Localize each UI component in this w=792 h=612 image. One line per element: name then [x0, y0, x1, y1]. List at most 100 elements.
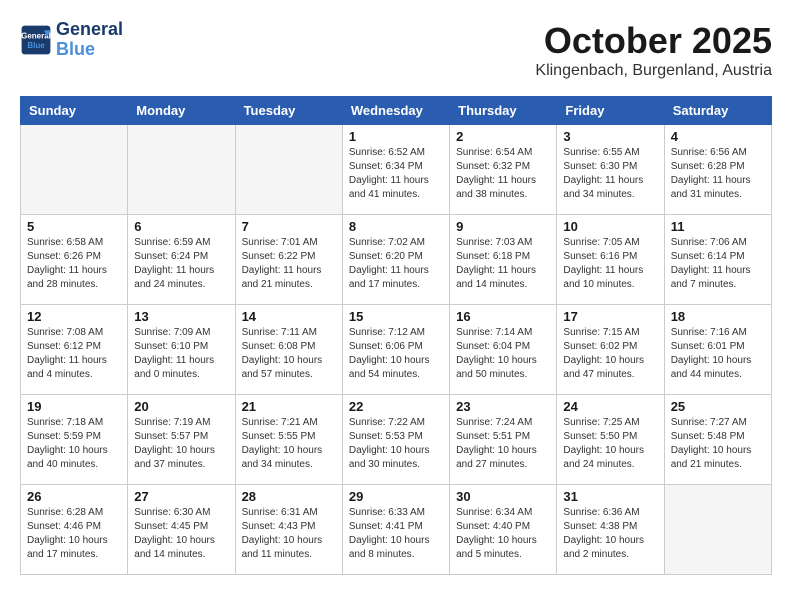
day-number: 27 [134, 489, 228, 504]
day-number: 3 [563, 129, 657, 144]
day-number: 2 [456, 129, 550, 144]
day-number: 23 [456, 399, 550, 414]
day-number: 16 [456, 309, 550, 324]
day-info: Sunrise: 7:15 AM Sunset: 6:02 PM Dayligh… [563, 326, 657, 382]
day-cell: 10Sunrise: 7:05 AM Sunset: 6:16 PM Dayli… [557, 215, 664, 305]
day-number: 14 [242, 309, 336, 324]
day-cell: 6 Sunrise: 6:59 AM Sunset: 6:24 PM Daylig… [128, 215, 235, 305]
weekday-header-sunday: Sunday [21, 97, 128, 125]
day-info: Sunrise: 7:02 AM Sunset: 6:20 PM Dayligh… [349, 236, 443, 292]
day-number: 13 [134, 309, 228, 324]
day-info: Sunrise: 7:01 AM Sunset: 6:22 PM Dayligh… [242, 236, 336, 292]
day-info: Sunrise: 7:06 AM Sunset: 6:14 PM Dayligh… [671, 236, 765, 292]
weekday-header-monday: Monday [128, 97, 235, 125]
day-info: Sunrise: 7:22 AM Sunset: 5:53 PM Dayligh… [349, 416, 443, 472]
day-info: Sunrise: 6:36 AM Sunset: 4:38 PM Dayligh… [563, 506, 657, 562]
day-info: Sunrise: 6:52 AM Sunset: 6:34 PM Dayligh… [349, 146, 443, 202]
day-cell: 13 Sunrise: 7:09 AM Sunset: 6:10 PM Dayli… [128, 305, 235, 395]
day-cell [21, 125, 128, 215]
day-cell: 26 Sunrise: 6:28 AM Sunset: 4:46 PM Dayli… [21, 485, 128, 575]
day-cell: 18Sunrise: 7:16 AM Sunset: 6:01 PM Dayli… [664, 305, 771, 395]
day-cell: 25 Sunrise: 7:27 AM Sunset: 5:48 PM Dayli… [664, 395, 771, 485]
day-cell: 12 Sunrise: 7:08 AM Sunset: 6:12 PM Dayli… [21, 305, 128, 395]
weekday-header-tuesday: Tuesday [235, 97, 342, 125]
day-cell [128, 125, 235, 215]
day-info: Sunrise: 7:14 AM Sunset: 6:04 PM Dayligh… [456, 326, 550, 382]
day-cell: 19Sunrise: 7:18 AM Sunset: 5:59 PM Dayli… [21, 395, 128, 485]
logo-icon: General Blue [20, 24, 52, 56]
day-cell [235, 125, 342, 215]
day-info: Sunrise: 7:19 AM Sunset: 5:57 PM Dayligh… [134, 416, 228, 472]
day-info: Sunrise: 6:28 AM Sunset: 4:46 PM Dayligh… [27, 506, 121, 562]
day-cell: 24Sunrise: 7:25 AM Sunset: 5:50 PM Dayli… [557, 395, 664, 485]
day-info: Sunrise: 7:08 AM Sunset: 6:12 PM Dayligh… [27, 326, 121, 382]
day-cell: 27 Sunrise: 6:30 AM Sunset: 4:45 PM Dayli… [128, 485, 235, 575]
day-info: Sunrise: 6:55 AM Sunset: 6:30 PM Dayligh… [563, 146, 657, 202]
day-cell: 11 Sunrise: 7:06 AM Sunset: 6:14 PM Dayli… [664, 215, 771, 305]
day-cell: 23Sunrise: 7:24 AM Sunset: 5:51 PM Dayli… [450, 395, 557, 485]
day-info: Sunrise: 7:11 AM Sunset: 6:08 PM Dayligh… [242, 326, 336, 382]
day-info: Sunrise: 6:58 AM Sunset: 6:26 PM Dayligh… [27, 236, 121, 292]
weekday-header-wednesday: Wednesday [342, 97, 449, 125]
day-number: 20 [134, 399, 228, 414]
day-cell: 7Sunrise: 7:01 AM Sunset: 6:22 PM Daylig… [235, 215, 342, 305]
day-number: 9 [456, 219, 550, 234]
day-info: Sunrise: 7:12 AM Sunset: 6:06 PM Dayligh… [349, 326, 443, 382]
week-row-4: 19Sunrise: 7:18 AM Sunset: 5:59 PM Dayli… [21, 395, 772, 485]
day-number: 17 [563, 309, 657, 324]
day-number: 26 [27, 489, 121, 504]
day-number: 10 [563, 219, 657, 234]
day-cell: 1 Sunrise: 6:52 AM Sunset: 6:34 PM Daylig… [342, 125, 449, 215]
day-number: 30 [456, 489, 550, 504]
day-cell: 30 Sunrise: 6:34 AM Sunset: 4:40 PM Dayli… [450, 485, 557, 575]
day-number: 5 [27, 219, 121, 234]
week-row-5: 26 Sunrise: 6:28 AM Sunset: 4:46 PM Dayli… [21, 485, 772, 575]
day-cell: 4Sunrise: 6:56 AM Sunset: 6:28 PM Daylig… [664, 125, 771, 215]
day-cell: 20 Sunrise: 7:19 AM Sunset: 5:57 PM Dayli… [128, 395, 235, 485]
day-number: 1 [349, 129, 443, 144]
day-number: 12 [27, 309, 121, 324]
day-info: Sunrise: 6:31 AM Sunset: 4:43 PM Dayligh… [242, 506, 336, 562]
location: Klingenbach, Burgenland, Austria [535, 62, 772, 80]
weekday-header-thursday: Thursday [450, 97, 557, 125]
day-cell: 5 Sunrise: 6:58 AM Sunset: 6:26 PM Daylig… [21, 215, 128, 305]
day-info: Sunrise: 6:33 AM Sunset: 4:41 PM Dayligh… [349, 506, 443, 562]
week-row-1: 1 Sunrise: 6:52 AM Sunset: 6:34 PM Daylig… [21, 125, 772, 215]
day-number: 6 [134, 219, 228, 234]
day-cell: 2 Sunrise: 6:54 AM Sunset: 6:32 PM Daylig… [450, 125, 557, 215]
day-info: Sunrise: 6:34 AM Sunset: 4:40 PM Dayligh… [456, 506, 550, 562]
day-number: 22 [349, 399, 443, 414]
day-number: 15 [349, 309, 443, 324]
day-number: 21 [242, 399, 336, 414]
day-info: Sunrise: 7:21 AM Sunset: 5:55 PM Dayligh… [242, 416, 336, 472]
day-info: Sunrise: 7:27 AM Sunset: 5:48 PM Dayligh… [671, 416, 765, 472]
day-cell: 31Sunrise: 6:36 AM Sunset: 4:38 PM Dayli… [557, 485, 664, 575]
logo-subtext: Blue [56, 40, 123, 60]
weekday-header-row: SundayMondayTuesdayWednesdayThursdayFrid… [21, 97, 772, 125]
day-info: Sunrise: 7:03 AM Sunset: 6:18 PM Dayligh… [456, 236, 550, 292]
day-cell: 17 Sunrise: 7:15 AM Sunset: 6:02 PM Dayli… [557, 305, 664, 395]
day-cell: 29 Sunrise: 6:33 AM Sunset: 4:41 PM Dayli… [342, 485, 449, 575]
day-cell: 15 Sunrise: 7:12 AM Sunset: 6:06 PM Dayli… [342, 305, 449, 395]
day-info: Sunrise: 7:25 AM Sunset: 5:50 PM Dayligh… [563, 416, 657, 472]
title-block: October 2025 Klingenbach, Burgenland, Au… [535, 20, 772, 80]
day-info: Sunrise: 6:54 AM Sunset: 6:32 PM Dayligh… [456, 146, 550, 202]
day-number: 18 [671, 309, 765, 324]
day-cell: 22 Sunrise: 7:22 AM Sunset: 5:53 PM Dayli… [342, 395, 449, 485]
day-cell: 8Sunrise: 7:02 AM Sunset: 6:20 PM Daylig… [342, 215, 449, 305]
day-info: Sunrise: 6:30 AM Sunset: 4:45 PM Dayligh… [134, 506, 228, 562]
day-cell: 9 Sunrise: 7:03 AM Sunset: 6:18 PM Daylig… [450, 215, 557, 305]
day-cell: 14 Sunrise: 7:11 AM Sunset: 6:08 PM Dayli… [235, 305, 342, 395]
day-number: 25 [671, 399, 765, 414]
day-cell: 16 Sunrise: 7:14 AM Sunset: 6:04 PM Dayli… [450, 305, 557, 395]
page-header: General Blue General Blue October 2025 K… [20, 20, 772, 80]
day-info: Sunrise: 6:59 AM Sunset: 6:24 PM Dayligh… [134, 236, 228, 292]
logo: General Blue General Blue [20, 20, 123, 60]
day-cell [664, 485, 771, 575]
day-number: 11 [671, 219, 765, 234]
day-number: 29 [349, 489, 443, 504]
day-info: Sunrise: 7:09 AM Sunset: 6:10 PM Dayligh… [134, 326, 228, 382]
day-cell: 3 Sunrise: 6:55 AM Sunset: 6:30 PM Daylig… [557, 125, 664, 215]
day-number: 19 [27, 399, 121, 414]
week-row-3: 12 Sunrise: 7:08 AM Sunset: 6:12 PM Dayli… [21, 305, 772, 395]
